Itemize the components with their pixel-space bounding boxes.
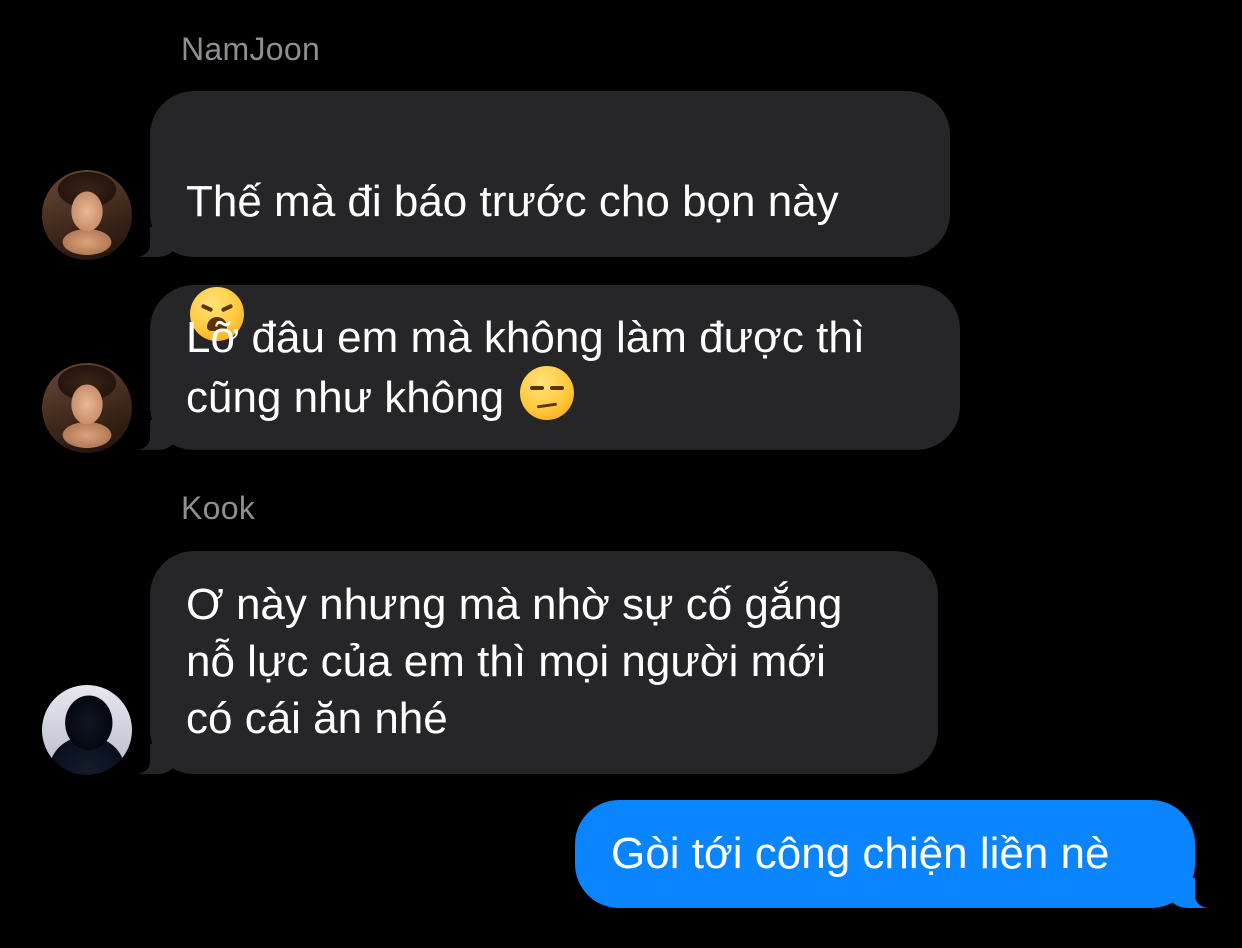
message-bubble-incoming[interactable]: Thế mà đi báo trước cho bọn này — [122, 91, 950, 341]
message-text: Gòi tới công chiện liền nè — [611, 829, 1110, 878]
message-text: Thế mà đi báo trước cho bọn này — [186, 177, 839, 226]
message-bubble-outgoing[interactable]: Gòi tới công chiện liền nè — [575, 800, 1223, 908]
message-bubble-incoming[interactable]: Lỡ đâu em mà không làm được thì cũng như… — [122, 285, 960, 450]
message-text: Ơ này nhưng mà nhờ sự cố gắng nỗ lực của… — [186, 580, 843, 743]
avatar-namjoon[interactable] — [42, 363, 132, 453]
sender-name-kook: Kook — [181, 490, 256, 526]
avatar-namjoon[interactable] — [42, 170, 132, 260]
unamused-face-icon — [520, 366, 575, 420]
avatar-kook[interactable] — [42, 685, 132, 775]
sender-name-namjoon: NamJoon — [181, 31, 321, 67]
message-bubble-incoming[interactable]: Ơ này nhưng mà nhờ sự cố gắng nỗ lực của… — [122, 551, 938, 774]
